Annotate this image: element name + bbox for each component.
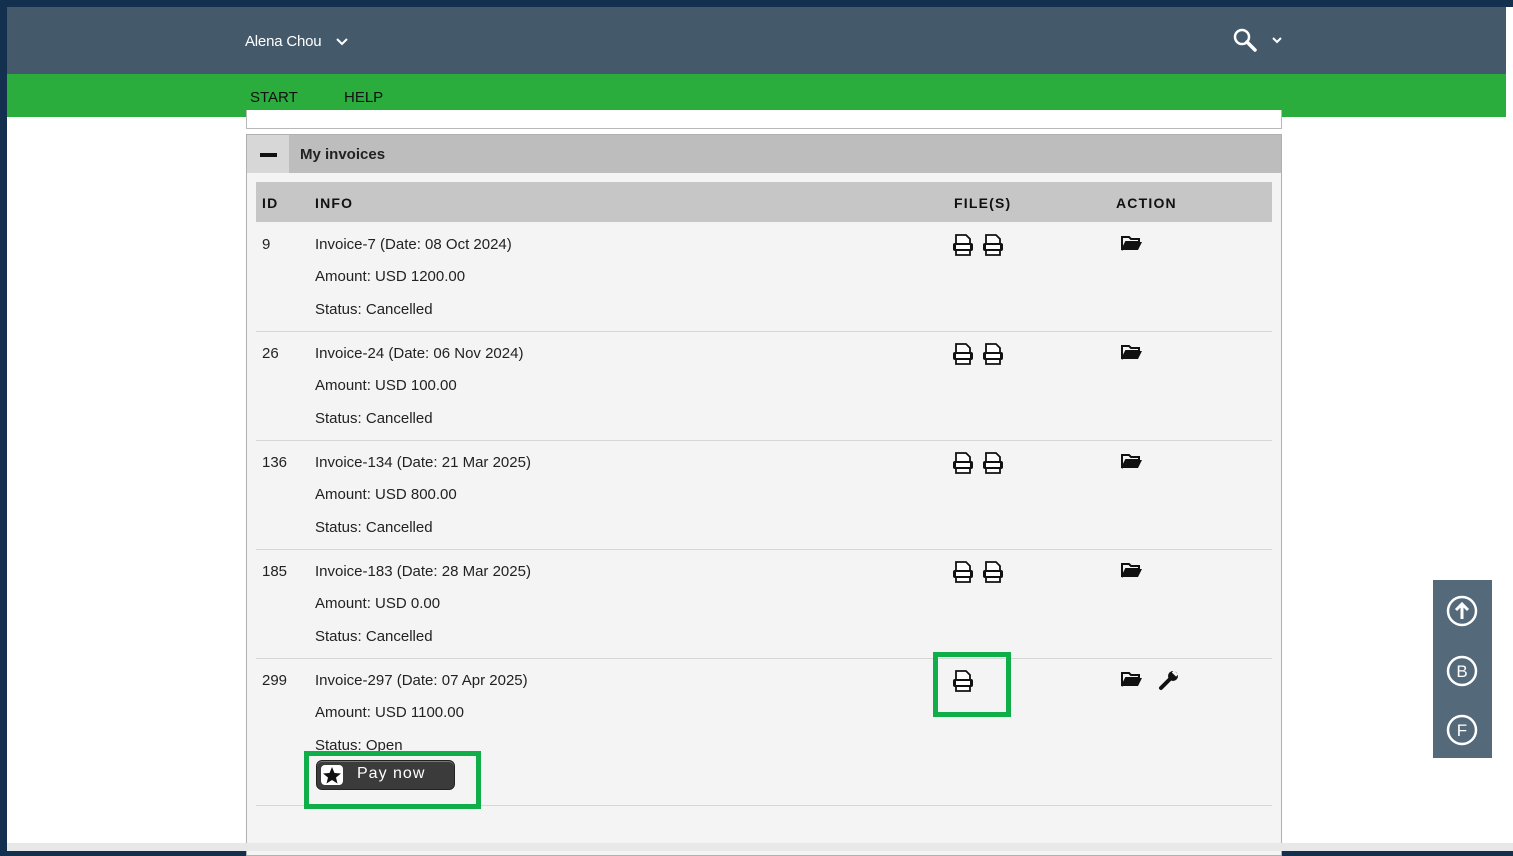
table-header: ID INFO FILE(S) ACTION xyxy=(256,182,1272,222)
search-icon[interactable] xyxy=(1233,28,1257,57)
nav-start[interactable]: START xyxy=(250,89,298,106)
invoice-amount: Amount: USD 1100.00 xyxy=(315,704,464,721)
column-header-info: INFO xyxy=(315,195,354,211)
table-row: 185 Invoice-183 (Date: 28 Mar 2025) Amou… xyxy=(256,550,1272,659)
pdf-file-icon[interactable] xyxy=(981,342,1005,366)
nav-help[interactable]: HELP xyxy=(344,89,383,106)
invoice-status: Status: Cancelled xyxy=(315,519,433,536)
table-row: 136 Invoice-134 (Date: 21 Mar 2025) Amou… xyxy=(256,441,1272,550)
wrench-icon[interactable] xyxy=(1158,669,1180,696)
panel-title: My invoices xyxy=(300,146,386,163)
folder-open-icon[interactable] xyxy=(1120,233,1144,258)
panel-header: My invoices xyxy=(247,135,1281,173)
pdf-file-icon[interactable] xyxy=(951,233,975,257)
invoice-status: Status: Cancelled xyxy=(315,410,433,427)
invoices-panel: My invoices ID INFO FILE(S) ACTION 9 Inv… xyxy=(246,134,1282,856)
column-header-action: ACTION xyxy=(1116,195,1177,211)
column-header-id: ID xyxy=(262,195,279,211)
invoice-title: Invoice-183 (Date: 28 Mar 2025) xyxy=(315,563,531,580)
highlight-box-pay-now xyxy=(304,751,481,809)
side-toolbar: B F xyxy=(1433,580,1492,758)
invoice-status: Status: Cancelled xyxy=(315,301,433,318)
svg-text:F: F xyxy=(1457,721,1467,740)
pdf-file-icon[interactable] xyxy=(981,560,1005,584)
invoice-amount: Amount: USD 0.00 xyxy=(315,595,441,612)
top-header-bar: Alena Chou xyxy=(7,7,1506,74)
svg-text:B: B xyxy=(1456,662,1467,681)
folder-open-icon[interactable] xyxy=(1120,560,1144,585)
invoice-id: 136 xyxy=(262,454,288,471)
collapse-button[interactable] xyxy=(247,135,289,173)
invoice-amount: Amount: USD 800.00 xyxy=(315,486,457,503)
invoice-id: 185 xyxy=(262,563,288,580)
invoice-title: Invoice-297 (Date: 07 Apr 2025) xyxy=(315,672,528,689)
folder-open-icon[interactable] xyxy=(1120,342,1144,367)
folder-open-icon[interactable] xyxy=(1120,669,1144,694)
pdf-file-icon[interactable] xyxy=(951,560,975,584)
bottom-status-strip xyxy=(7,843,1513,851)
pdf-file-icon[interactable] xyxy=(951,342,975,366)
b-circle-icon[interactable]: B xyxy=(1446,655,1478,687)
user-menu[interactable]: Alena Chou xyxy=(245,33,349,50)
invoice-title: Invoice-7 (Date: 08 Oct 2024) xyxy=(315,236,512,253)
chevron-down-icon xyxy=(336,38,349,46)
column-header-files: FILE(S) xyxy=(954,195,1012,211)
table-row: 9 Invoice-7 (Date: 08 Oct 2024) Amount: … xyxy=(256,223,1272,332)
invoice-title: Invoice-134 (Date: 21 Mar 2025) xyxy=(315,454,531,471)
table-row: 26 Invoice-24 (Date: 06 Nov 2024) Amount… xyxy=(256,332,1272,441)
pdf-file-icon[interactable] xyxy=(981,233,1005,257)
invoice-amount: Amount: USD 1200.00 xyxy=(315,268,466,285)
highlight-box-file xyxy=(933,652,1011,717)
arrow-up-circle-icon[interactable] xyxy=(1446,595,1478,627)
invoice-title: Invoice-24 (Date: 06 Nov 2024) xyxy=(315,345,524,362)
user-name: Alena Chou xyxy=(245,33,322,50)
invoice-id: 9 xyxy=(262,236,271,253)
pdf-file-icon[interactable] xyxy=(951,451,975,475)
previous-panel-bottom xyxy=(246,110,1282,129)
minus-icon xyxy=(260,153,277,157)
invoice-id: 299 xyxy=(262,672,288,689)
invoice-amount: Amount: USD 100.00 xyxy=(315,377,457,394)
invoice-id: 26 xyxy=(262,345,279,362)
folder-open-icon[interactable] xyxy=(1120,451,1144,476)
pdf-file-icon[interactable] xyxy=(981,451,1005,475)
chevron-down-icon[interactable] xyxy=(1271,35,1283,45)
f-circle-icon[interactable]: F xyxy=(1446,714,1478,746)
invoice-status: Status: Cancelled xyxy=(315,628,433,645)
